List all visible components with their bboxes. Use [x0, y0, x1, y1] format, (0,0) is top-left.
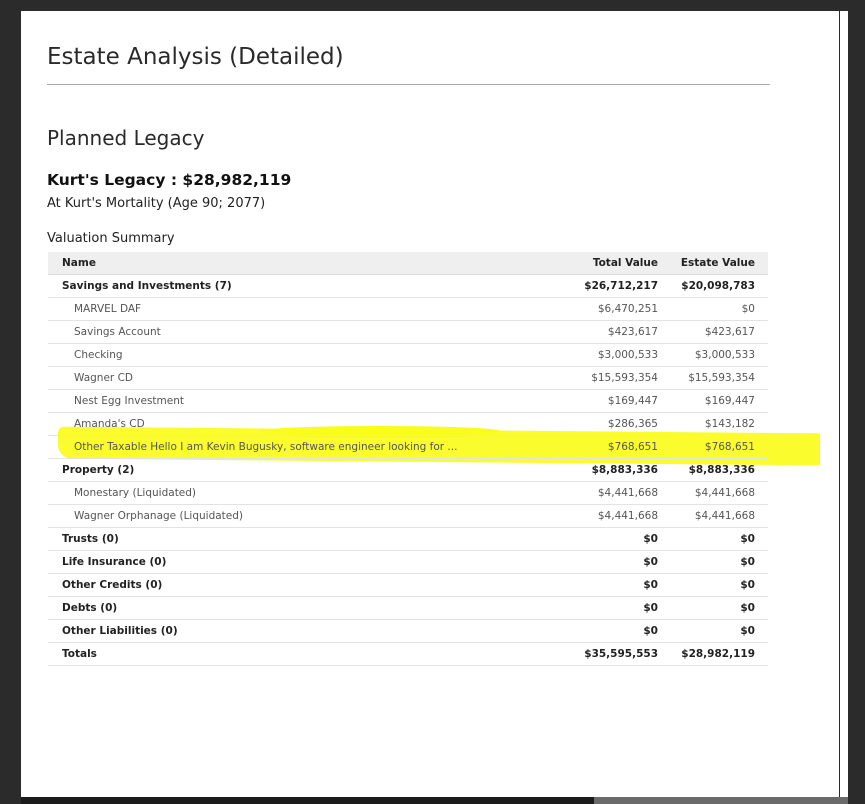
- table-row: Amanda's CD $286,365 $143,182: [48, 413, 768, 436]
- row-estate-value: $3,000,533: [694, 349, 755, 361]
- row-total-value: $35,595,553: [584, 648, 658, 660]
- row-estate-value: $143,182: [704, 418, 755, 430]
- row-total-value: $26,712,217: [584, 280, 658, 292]
- row-total-value: $0: [643, 602, 658, 614]
- row-total-value: $15,593,354: [591, 372, 658, 384]
- column-header-estate: Estate Value: [680, 257, 755, 269]
- row-name: Amanda's CD: [74, 418, 145, 430]
- legacy-heading: Kurt's Legacy : $28,982,119: [47, 171, 292, 189]
- row-estate-value: $768,651: [704, 441, 755, 453]
- row-estate-value: $15,593,354: [688, 372, 755, 384]
- row-estate-value: $423,617: [704, 326, 755, 338]
- table-row: Savings and Investments (7) $26,712,217 $2…: [48, 275, 768, 298]
- row-estate-value: $4,441,668: [694, 487, 755, 499]
- table-row: Wagner CD $15,593,354 $15,593,354: [48, 367, 768, 390]
- table-row: Debts (0) $0 $0: [48, 597, 768, 620]
- title-divider: [47, 84, 770, 85]
- table-row: Other Taxable Hello I am Kevin Bugusky, …: [48, 436, 768, 459]
- row-name: Totals: [62, 648, 97, 660]
- table-row: Other Liabilities (0) $0 $0: [48, 620, 768, 643]
- table-row: Checking $3,000,533 $3,000,533: [48, 344, 768, 367]
- row-name: Wagner CD: [74, 372, 133, 384]
- table-row: Savings Account $423,617 $423,617: [48, 321, 768, 344]
- row-estate-value: $0: [740, 556, 755, 568]
- row-total-value: $0: [643, 579, 658, 591]
- row-estate-value: $0: [741, 303, 755, 315]
- row-name: Nest Egg Investment: [74, 395, 185, 407]
- table-row: Other Credits (0) $0 $0: [48, 574, 768, 597]
- column-header-total: Total Value: [592, 257, 658, 269]
- table-row: Property (2) $8,883,336 $8,883,336: [48, 459, 768, 482]
- row-total-value: $423,617: [607, 326, 658, 338]
- row-total-value: $169,447: [607, 395, 658, 407]
- horizontal-scrollbar-thumb[interactable]: [594, 797, 848, 804]
- row-estate-value: $20,098,783: [681, 280, 755, 292]
- row-name: MARVEL DAF: [74, 303, 142, 315]
- column-header-name: Name: [62, 257, 96, 269]
- table-row: Wagner Orphanage (Liquidated) $4,441,668 $…: [48, 505, 768, 528]
- row-total-value: $0: [643, 625, 658, 637]
- row-estate-value: $0: [740, 579, 755, 591]
- row-name: Wagner Orphanage (Liquidated): [74, 510, 244, 522]
- row-name: Life Insurance (0): [62, 556, 167, 568]
- page-title: Estate Analysis (Detailed): [47, 44, 344, 70]
- row-total-value: $8,883,336: [591, 464, 658, 476]
- row-total-value: $4,441,668: [597, 487, 658, 499]
- table-row: Life Insurance (0) $0 $0: [48, 551, 768, 574]
- table-header: Name Total Value Estate Value: [48, 252, 768, 275]
- row-estate-value: $0: [740, 533, 755, 545]
- row-name: Checking: [74, 349, 123, 361]
- table-row: Monestary (Liquidated) $4,441,668 $4,441,6…: [48, 482, 768, 505]
- table-body: Savings and Investments (7) $26,712,217 $2…: [48, 275, 768, 666]
- row-total-value: $4,441,668: [597, 510, 658, 522]
- row-name: Monestary (Liquidated): [74, 487, 197, 499]
- row-name: Property (2): [62, 464, 135, 476]
- row-total-value: $6,470,251: [597, 303, 658, 315]
- row-name: Other Liabilities (0): [62, 625, 178, 637]
- row-estate-value: $169,447: [704, 395, 755, 407]
- table-caption: Valuation Summary: [47, 231, 175, 246]
- table-row: MARVEL DAF $6,470,251 $0: [48, 298, 768, 321]
- row-total-value: $0: [643, 556, 658, 568]
- row-total-value: $286,365: [607, 418, 658, 430]
- row-name: Trusts (0): [62, 533, 119, 545]
- row-estate-value: $4,441,668: [694, 510, 755, 522]
- row-name: Savings Account: [74, 326, 161, 338]
- row-total-value: $768,651: [607, 441, 658, 453]
- table-row: Totals $35,595,553 $28,982,119: [48, 643, 768, 666]
- table-row: Trusts (0) $0 $0: [48, 528, 768, 551]
- row-estate-value: $0: [740, 602, 755, 614]
- row-estate-value: $0: [740, 625, 755, 637]
- row-estate-value: $8,883,336: [688, 464, 755, 476]
- row-total-value: $0: [643, 533, 658, 545]
- valuation-table: Name Total Value Estate Value Savings an…: [48, 252, 768, 666]
- row-name: Other Taxable Hello I am Kevin Bugusky, …: [74, 441, 458, 453]
- vertical-scrollbar[interactable]: [840, 11, 848, 799]
- row-total-value: $3,000,533: [597, 349, 658, 361]
- row-name: Other Credits (0): [62, 579, 163, 591]
- row-name: Savings and Investments (7): [62, 280, 232, 292]
- row-name: Debts (0): [62, 602, 118, 614]
- row-estate-value: $28,982,119: [681, 648, 755, 660]
- legacy-subtitle: At Kurt's Mortality (Age 90; 2077): [47, 196, 266, 211]
- table-row: Nest Egg Investment $169,447 $169,447: [48, 390, 768, 413]
- section-title: Planned Legacy: [47, 126, 205, 150]
